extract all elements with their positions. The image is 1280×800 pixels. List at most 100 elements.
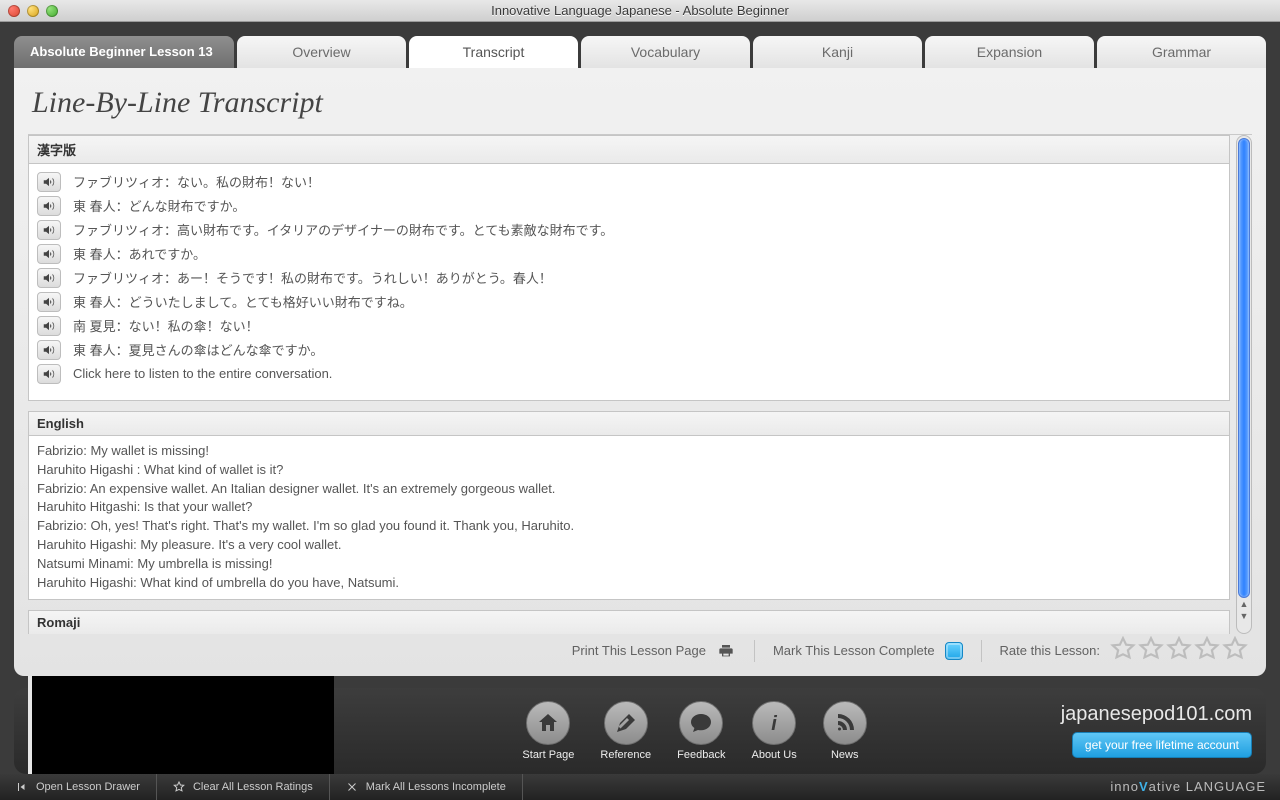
section-header-romaji: Romaji <box>28 610 1230 634</box>
star-outline-icon <box>173 781 185 793</box>
star-icon[interactable] <box>1138 636 1164 665</box>
circle-label: Feedback <box>677 749 725 761</box>
titlebar: Innovative Language Japanese - Absolute … <box>0 0 1280 22</box>
news-button[interactable] <box>823 701 867 745</box>
speaker-icon <box>40 319 58 333</box>
scrollbar-thumb[interactable] <box>1238 138 1250 598</box>
x-icon <box>346 781 358 793</box>
transcript-line: 東 春人：夏見さんの傘はどんな傘ですか。 <box>29 338 1229 362</box>
window-title: Innovative Language Japanese - Absolute … <box>0 3 1280 18</box>
speaker-icon <box>40 295 58 309</box>
tab-grammar[interactable]: Grammar <box>1097 36 1266 68</box>
section-header-kanji: 漢字版 <box>28 135 1230 164</box>
star-icon[interactable] <box>1222 636 1248 665</box>
transcript-text: ファブリツィオ：ない。私の財布！ない！ <box>73 172 320 191</box>
speech-bubble-icon <box>689 711 713 735</box>
transcript-text: 東 春人：どんな財布ですか。 <box>73 196 245 215</box>
english-line: Natsumi Minami: My umbrella is missing! <box>37 555 1221 574</box>
bottom-strip: Open Lesson Drawer Clear All Lesson Rati… <box>0 774 1280 800</box>
transcript-text: ファブリツィオ：あー！そうです！私の財布です。うれしい！ありがとう。春人！ <box>73 268 552 287</box>
play-line-button[interactable] <box>37 220 61 240</box>
speaker-icon <box>40 271 58 285</box>
transcript-text: 東 春人：どういたしまして。とても格好いい財布ですね。 <box>73 292 413 311</box>
transcript-line: 東 春人：あれですか。 <box>29 242 1229 266</box>
english-line: Haruhito Higashi: My pleasure. It's a ve… <box>37 536 1221 555</box>
transcript-line: 東 春人：どういたしまして。とても格好いい財布ですね。 <box>29 290 1229 314</box>
play-line-button[interactable] <box>37 340 61 360</box>
transcript-line: 東 春人：どんな財布ですか。 <box>29 194 1229 218</box>
open-lesson-drawer-button[interactable]: Open Lesson Drawer <box>0 774 157 800</box>
circle-label: About Us <box>751 749 796 761</box>
tab-bar: Absolute Beginner Lesson 13 Overview Tra… <box>14 36 1266 68</box>
reference-button[interactable] <box>604 701 648 745</box>
tab-kanji[interactable]: Kanji <box>753 36 922 68</box>
rate-lesson-label: Rate this Lesson: <box>1000 643 1100 658</box>
play-line-button[interactable] <box>37 172 61 192</box>
transcript-text: ファブリツィオ：高い財布です。イタリアのデザイナーの財布です。とても素敵な財布で… <box>73 220 613 239</box>
speaker-icon <box>40 199 58 213</box>
star-icon[interactable] <box>1110 636 1136 665</box>
transcript-text: 東 春人：あれですか。 <box>73 244 206 263</box>
drawer-icon <box>16 781 28 793</box>
mark-all-incomplete-button[interactable]: Mark All Lessons Incomplete <box>330 774 523 800</box>
section-body-english: Fabrizio: My wallet is missing! Haruhito… <box>28 436 1230 600</box>
circle-label: Start Page <box>522 749 574 761</box>
transcript-line: ファブリツィオ：ない。私の財布！ない！ <box>29 170 1229 194</box>
english-line: Fabrizio: My wallet is missing! <box>37 442 1221 461</box>
star-icon[interactable] <box>1194 636 1220 665</box>
rss-icon <box>833 711 857 735</box>
about-us-button[interactable]: i <box>752 701 796 745</box>
start-page-button[interactable] <box>526 701 570 745</box>
cta-button[interactable]: get your free lifetime account <box>1072 732 1252 758</box>
tab-vocabulary[interactable]: Vocabulary <box>581 36 750 68</box>
play-line-button[interactable] <box>37 244 61 264</box>
play-line-button[interactable] <box>37 268 61 288</box>
english-line: Haruhito Hitgashi: Is that your wallet? <box>37 498 1221 517</box>
speaker-icon <box>40 223 58 237</box>
scroll-down-arrow-icon[interactable]: ▼ <box>1238 610 1250 622</box>
app-frame: Absolute Beginner Lesson 13 Overview Tra… <box>0 22 1280 800</box>
speaker-icon <box>40 175 58 189</box>
nav-circle-buttons: Start Page Reference Feedback iAbout Us … <box>522 701 866 761</box>
printer-icon[interactable] <box>716 643 736 659</box>
speaker-icon <box>40 367 58 381</box>
mark-complete-link[interactable]: Mark This Lesson Complete <box>773 643 935 658</box>
transcript-line: ファブリツィオ：あー！そうです！私の財布です。うれしい！ありがとう。春人！ <box>29 266 1229 290</box>
panel-footer: Print This Lesson Page Mark This Lesson … <box>28 634 1252 668</box>
info-icon: i <box>762 711 786 735</box>
transcript-line: ファブリツィオ：高い財布です。イタリアのデザイナーの財布です。とても素敵な財布で… <box>29 218 1229 242</box>
scroll-up-arrow-icon[interactable]: ▲ <box>1238 598 1250 610</box>
mark-complete-checkbox[interactable] <box>945 642 963 660</box>
tab-transcript[interactable]: Transcript <box>409 36 578 68</box>
section-header-english: English <box>28 411 1230 436</box>
play-line-button[interactable] <box>37 316 61 336</box>
english-line: Haruhito Higashi: What kind of umbrella … <box>37 574 1221 593</box>
vertical-scrollbar[interactable]: ▲ ▼ <box>1236 135 1252 634</box>
audio-control-bar: Voice Recorder Start Page Reference Feed… <box>14 688 1266 774</box>
play-all-button[interactable] <box>37 364 61 384</box>
tab-expansion[interactable]: Expansion <box>925 36 1094 68</box>
home-icon <box>536 711 560 735</box>
play-line-button[interactable] <box>37 196 61 216</box>
speaker-icon <box>40 343 58 357</box>
english-line: Haruhito Higashi : What kind of wallet i… <box>37 461 1221 480</box>
star-icon[interactable] <box>1166 636 1192 665</box>
feedback-button[interactable] <box>679 701 723 745</box>
brand-site-link[interactable]: japanesepod101.com <box>1061 703 1252 726</box>
brand-logo: innoVative LANGUAGE <box>1110 779 1280 794</box>
play-line-button[interactable] <box>37 292 61 312</box>
rating-stars[interactable] <box>1110 636 1248 665</box>
transcript-scroll-area[interactable]: 漢字版 ファブリツィオ：ない。私の財布！ない！ 東 春人：どんな財布ですか。 フ… <box>28 135 1230 634</box>
english-line: Fabrizio: Oh, yes! That's right. That's … <box>37 517 1221 536</box>
tab-overview[interactable]: Overview <box>237 36 406 68</box>
print-lesson-link[interactable]: Print This Lesson Page <box>572 643 706 658</box>
clear-ratings-button[interactable]: Clear All Lesson Ratings <box>157 774 330 800</box>
pen-icon <box>614 711 638 735</box>
svg-text:i: i <box>771 713 777 735</box>
transcript-line: 南 夏見：ない！私の傘！ない！ <box>29 314 1229 338</box>
section-body-kanji: ファブリツィオ：ない。私の財布！ない！ 東 春人：どんな財布ですか。 ファブリツ… <box>28 164 1230 401</box>
lesson-indicator-tab: Absolute Beginner Lesson 13 <box>14 36 234 68</box>
speaker-icon <box>40 247 58 261</box>
circle-label: Reference <box>600 749 651 761</box>
transcript-text[interactable]: Click here to listen to the entire conve… <box>73 366 332 381</box>
